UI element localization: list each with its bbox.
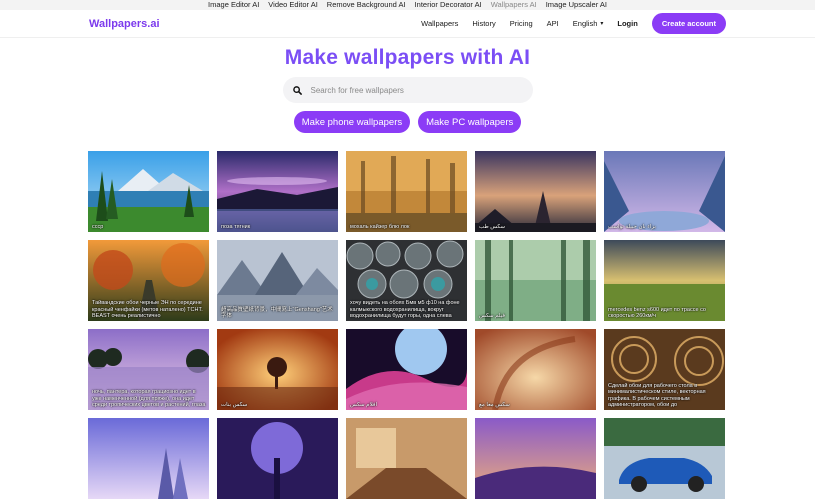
site-logo[interactable]: Wallpapers.ai	[89, 18, 160, 30]
wallpaper-gallery: ссср поза тягник мохаль кайзер блю лок سکس …	[88, 151, 725, 499]
nav-api[interactable]: API	[547, 19, 559, 28]
generator-buttons: Make phone wallpapers Make PC wallpapers	[0, 111, 815, 133]
wallpaper-thumbnail[interactable]	[604, 418, 725, 499]
wallpaper-thumbnail[interactable]: افلام سكس	[346, 329, 467, 410]
wallpaper-caption: 超高品質壁紙背景，中間寫上"Genshang"艺术字体	[221, 306, 333, 319]
wallpaper-thumbnail[interactable]: سكس بنات	[217, 329, 338, 410]
wallpaper-thumbnail[interactable]	[346, 418, 467, 499]
wallpaper-thumbnail[interactable]: Тайвандские обои черные ЭН по середине к…	[88, 240, 209, 321]
language-label: English	[572, 19, 598, 28]
wallpaper-thumbnail[interactable]: ссср	[88, 151, 209, 232]
make-phone-wallpapers-button[interactable]: Make phone wallpapers	[293, 111, 411, 133]
wallpaper-image	[475, 151, 596, 232]
wallpaper-image	[604, 418, 725, 499]
wallpaper-image	[604, 151, 725, 232]
wallpaper-image	[88, 418, 209, 499]
wallpaper-caption: mercedes benz s600 идет по трассе со ско…	[608, 306, 706, 319]
wallpaper-thumbnail[interactable]: فيلم سكس	[475, 240, 596, 321]
wallpaper-thumbnail[interactable]: بزاء بان جبيلة تواسب	[604, 151, 725, 232]
wallpaper-image	[346, 151, 467, 232]
wallpaper-caption: افلام سكس	[350, 401, 378, 408]
language-selector[interactable]: English ▾	[573, 19, 604, 28]
wallpaper-thumbnail[interactable]: سكس معا مع	[475, 329, 596, 410]
wallpaper-caption: Тайвандские обои черные ЭН по середине к…	[92, 300, 203, 319]
nav-wallpapers[interactable]: Wallpapers	[421, 19, 458, 28]
search-input[interactable]	[310, 85, 511, 95]
wallpaper-thumbnail[interactable]: мохаль кайзер блю лок	[346, 151, 467, 232]
main-nav: Wallpapers History Pricing API English ▾…	[421, 13, 726, 34]
site-header: Wallpapers.ai Wallpapers History Pricing…	[0, 10, 815, 38]
wallpaper-thumbnail[interactable]: поза тягник	[217, 151, 338, 232]
wallpaper-image	[217, 418, 338, 499]
topbar-link-image-upscaler[interactable]: Image Upscaler AI	[546, 0, 607, 10]
wallpaper-caption: мохаль кайзер блю лок	[350, 223, 410, 230]
hero-section: Make wallpapers with AI Make phone wallp…	[0, 38, 815, 133]
wallpaper-thumbnail[interactable]: mercedes benz s600 идет по трассе со ско…	[604, 240, 725, 321]
wallpaper-caption: ссср	[92, 223, 104, 230]
wallpaper-image	[217, 151, 338, 232]
nav-pricing[interactable]: Pricing	[510, 19, 533, 28]
nav-history[interactable]: History	[472, 19, 495, 28]
wallpaper-image	[346, 329, 467, 410]
make-pc-wallpapers-button[interactable]: Make PC wallpapers	[418, 111, 522, 133]
wallpaper-caption: سكس معا مع	[479, 401, 510, 408]
topbar-link-image-editor[interactable]: Image Editor AI	[208, 0, 259, 10]
wallpaper-thumbnail[interactable]: хочу видеть на обоях Бмв м5 ф10 на фоне …	[346, 240, 467, 321]
wallpaper-thumbnail[interactable]	[88, 418, 209, 499]
wallpaper-image	[475, 329, 596, 410]
wallpaper-caption: فيلم سكس	[479, 312, 505, 319]
create-account-button[interactable]: Create account	[651, 13, 726, 34]
product-switcher-bar: Image Editor AI Video Editor AI Remove B…	[0, 0, 815, 10]
wallpaper-thumbnail[interactable]: ночь, пантера, которая грациозно идет в …	[88, 329, 209, 410]
wallpaper-image	[88, 151, 209, 232]
wallpaper-image	[475, 240, 596, 321]
chevron-down-icon: ▾	[600, 21, 604, 27]
topbar-link-wallpapers[interactable]: Wallpapers AI	[491, 0, 537, 10]
topbar-link-remove-background[interactable]: Remove Background AI	[327, 0, 406, 10]
wallpaper-caption: ночь, пантера, которая грациозно идет в …	[92, 389, 206, 408]
wallpaper-caption: بزاء بان جبيلة تواسب	[608, 223, 656, 230]
wallpaper-image	[346, 418, 467, 499]
wallpaper-caption: سکس طب	[479, 223, 505, 230]
wallpaper-thumbnail[interactable]: Сделай обои для рабочего стола в минимал…	[604, 329, 725, 410]
page-title: Make wallpapers with AI	[284, 46, 531, 69]
login-link[interactable]: Login	[617, 19, 637, 28]
search-icon	[292, 85, 302, 95]
topbar-link-video-editor[interactable]: Video Editor AI	[268, 0, 317, 10]
wallpaper-caption: سكس بنات	[221, 401, 248, 408]
wallpaper-caption: хочу видеть на обоях Бмв м5 ф10 на фоне …	[350, 300, 460, 319]
wallpaper-caption: поза тягник	[221, 223, 251, 230]
wallpaper-thumbnail[interactable]: سکس طب	[475, 151, 596, 232]
wallpaper-thumbnail[interactable]	[475, 418, 596, 499]
wallpaper-image	[217, 329, 338, 410]
wallpaper-thumbnail[interactable]	[217, 418, 338, 499]
topbar-link-interior-decorator[interactable]: Interior Decorator AI	[415, 0, 482, 10]
wallpaper-image	[475, 418, 596, 499]
wallpaper-caption: Сделай обои для рабочего стола в минимал…	[608, 383, 706, 408]
wallpaper-thumbnail[interactable]: 超高品質壁紙背景，中間寫上"Genshang"艺术字体	[217, 240, 338, 321]
search-bar[interactable]	[282, 77, 533, 103]
